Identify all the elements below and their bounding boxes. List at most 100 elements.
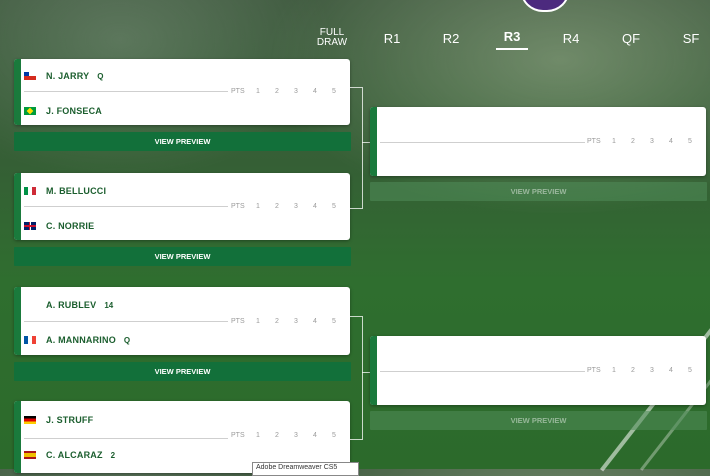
germany-flag-icon <box>24 416 36 424</box>
player-row[interactable]: A. MANNARINO Q <box>24 332 130 348</box>
score-header: PTS 1 2 3 4 5 <box>231 432 342 439</box>
nav-r4[interactable]: R4 <box>557 31 585 46</box>
divider <box>24 206 228 207</box>
player-row[interactable]: C. NORRIE <box>24 218 94 234</box>
pts-label: PTS <box>587 138 601 145</box>
player-row[interactable]: J. FONSECA <box>24 103 102 119</box>
set-2-label: 2 <box>275 203 279 210</box>
nav-r3[interactable]: R3 <box>498 29 526 44</box>
wimbledon-logo <box>520 0 570 12</box>
set-2-label: 2 <box>275 318 279 325</box>
set-5-label: 5 <box>332 318 336 325</box>
card-accent <box>370 107 377 176</box>
score-header: PTS 1 2 3 4 5 <box>587 138 698 145</box>
nav-sf[interactable]: SF <box>677 31 705 46</box>
set-2-label: 2 <box>275 432 279 439</box>
score-header: PTS 1 2 3 4 5 <box>587 367 698 374</box>
view-preview-button[interactable]: VIEW PREVIEW <box>14 362 351 381</box>
pts-label: PTS <box>231 432 245 439</box>
set-2-label: 2 <box>631 138 635 145</box>
player-name: A. RUBLEV <box>46 300 97 310</box>
card-accent <box>370 336 377 405</box>
pts-label: PTS <box>231 203 245 210</box>
round-nav: FULL DRAW R1 R2 R3 R4 QF SF <box>0 28 710 52</box>
set-4-label: 4 <box>313 203 317 210</box>
player-seed: 14 <box>104 300 114 310</box>
divider <box>380 142 585 143</box>
set-3-label: 3 <box>294 88 298 95</box>
set-5-label: 5 <box>688 138 692 145</box>
score-header: PTS 1 2 3 4 5 <box>231 318 342 325</box>
view-preview-button[interactable]: VIEW PREVIEW <box>14 247 351 266</box>
divider <box>24 321 228 322</box>
set-1-label: 1 <box>256 88 260 95</box>
bracket-connector <box>350 316 363 440</box>
player-name: C. ALCARAZ <box>46 450 103 460</box>
player-seed: Q <box>97 71 104 81</box>
set-5-label: 5 <box>332 432 336 439</box>
card-accent <box>14 173 21 240</box>
set-5-label: 5 <box>332 203 336 210</box>
player-seed: Q <box>123 335 131 345</box>
pts-label: PTS <box>587 367 601 374</box>
bracket-connector <box>362 372 370 373</box>
set-1-label: 1 <box>612 138 616 145</box>
player-row[interactable]: N. JARRY Q <box>24 68 104 84</box>
player-name: J. FONSECA <box>46 106 103 116</box>
player-row[interactable]: A. RUBLEV 14 <box>46 297 113 313</box>
match-card[interactable]: A. RUBLEV 14 PTS 1 2 3 4 5 A. MANNARINO … <box>14 287 350 355</box>
next-round-match-card[interactable]: PTS 1 2 3 4 5 <box>370 336 706 405</box>
player-row[interactable]: C. ALCARAZ 2 <box>24 447 115 463</box>
uk-flag-icon <box>24 222 36 230</box>
nav-r1[interactable]: R1 <box>378 31 406 46</box>
pts-label: PTS <box>231 318 245 325</box>
set-4-label: 4 <box>313 88 317 95</box>
set-2-label: 2 <box>631 367 635 374</box>
player-row[interactable]: J. STRUFF <box>24 412 93 428</box>
nav-qf[interactable]: QF <box>617 31 645 46</box>
player-name: M. BELLUCCI <box>46 186 107 196</box>
set-4-label: 4 <box>313 318 317 325</box>
set-1-label: 1 <box>256 432 260 439</box>
view-preview-button[interactable]: VIEW PREVIEW <box>370 411 707 430</box>
card-accent <box>14 59 21 125</box>
card-accent <box>14 401 21 473</box>
divider <box>24 91 228 92</box>
player-name: J. STRUFF <box>46 415 94 425</box>
divider <box>24 438 228 439</box>
set-3-label: 3 <box>650 367 654 374</box>
set-5-label: 5 <box>332 88 336 95</box>
set-5-label: 5 <box>688 367 692 374</box>
player-name: N. JARRY <box>46 71 90 81</box>
nav-full-draw-line2: DRAW <box>316 37 348 48</box>
italy-flag-icon <box>24 187 36 195</box>
set-3-label: 3 <box>294 432 298 439</box>
france-flag-icon <box>24 336 36 344</box>
player-name: C. NORRIE <box>46 221 95 231</box>
player-name: A. MANNARINO <box>46 335 116 345</box>
set-1-label: 1 <box>256 318 260 325</box>
pts-label: PTS <box>231 88 245 95</box>
set-4-label: 4 <box>669 367 673 374</box>
bracket-connector <box>350 87 363 209</box>
tooltip: Adobe Dreamweaver CS5 <box>252 462 359 476</box>
match-card[interactable]: N. JARRY Q PTS 1 2 3 4 5 J. FONSECA <box>14 59 350 125</box>
set-1-label: 1 <box>612 367 616 374</box>
set-3-label: 3 <box>294 318 298 325</box>
view-preview-button[interactable]: VIEW PREVIEW <box>370 182 707 201</box>
nav-r2[interactable]: R2 <box>437 31 465 46</box>
brazil-flag-icon <box>24 107 36 115</box>
match-card[interactable]: M. BELLUCCI PTS 1 2 3 4 5 C. NORRIE <box>14 173 350 240</box>
chile-flag-icon <box>24 72 36 80</box>
player-seed: 2 <box>110 450 116 460</box>
set-2-label: 2 <box>275 88 279 95</box>
next-round-match-card[interactable]: PTS 1 2 3 4 5 <box>370 107 706 176</box>
score-header: PTS 1 2 3 4 5 <box>231 88 342 95</box>
set-3-label: 3 <box>650 138 654 145</box>
player-row[interactable]: M. BELLUCCI <box>24 183 106 199</box>
divider <box>380 371 585 372</box>
nav-full-draw[interactable]: FULL DRAW <box>314 28 350 48</box>
bracket-connector <box>362 142 370 143</box>
view-preview-button[interactable]: VIEW PREVIEW <box>14 132 351 151</box>
set-4-label: 4 <box>313 432 317 439</box>
